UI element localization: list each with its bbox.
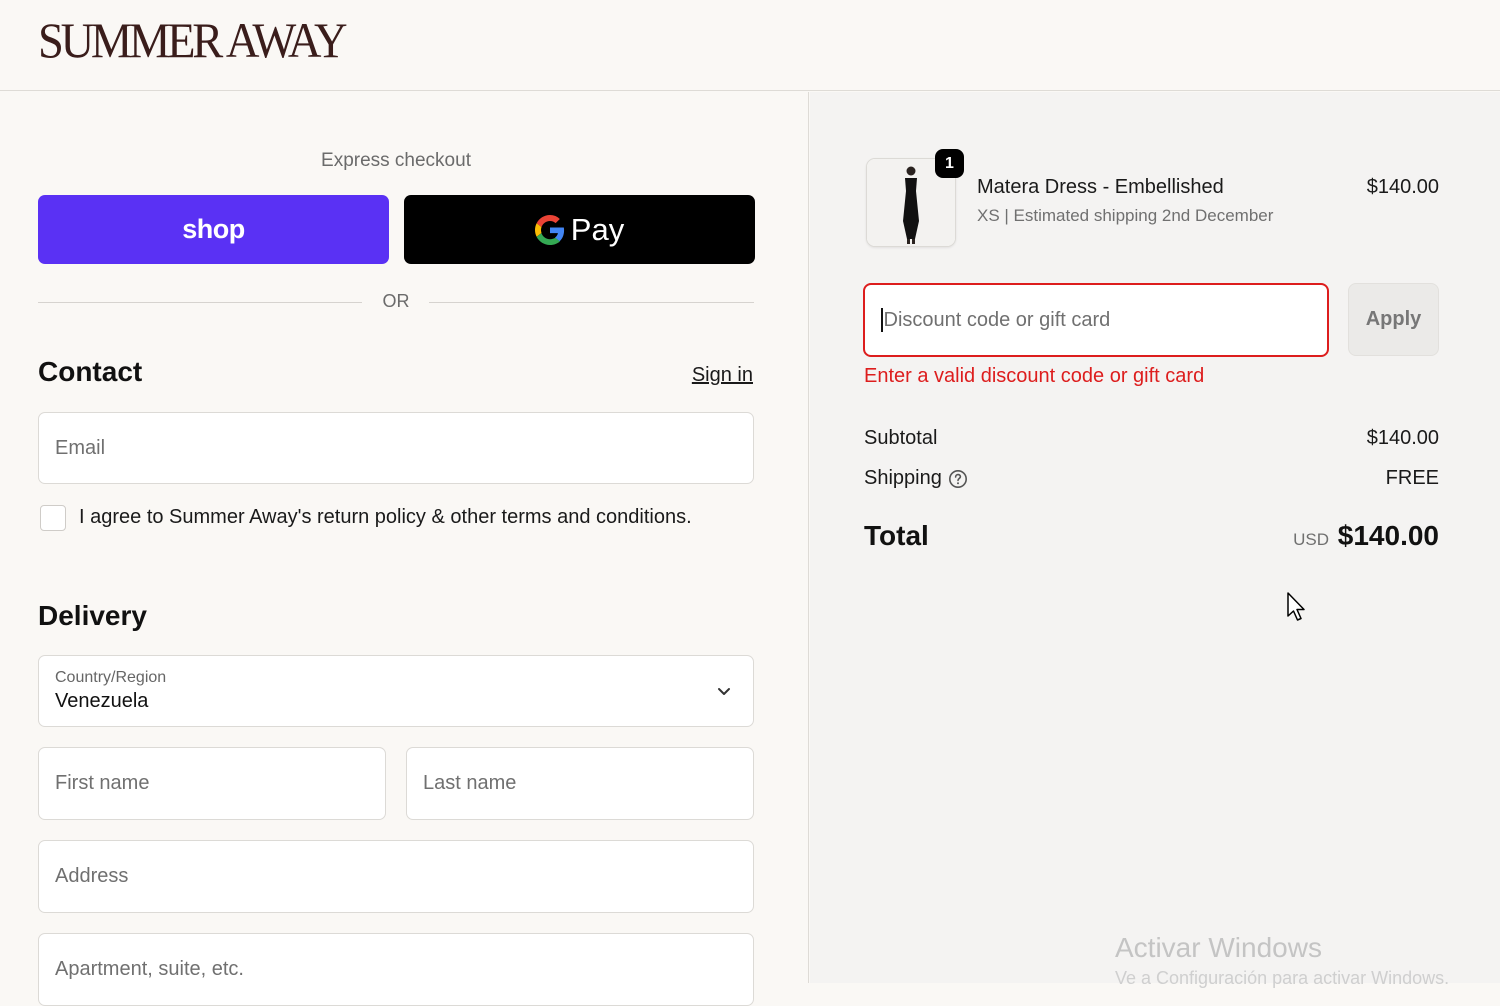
subtotal-label: Subtotal — [864, 427, 938, 449]
shop-pay-label: shop — [182, 214, 245, 244]
sign-in-link[interactable]: Sign in — [692, 364, 753, 387]
terms-label: I agree to Summer Away's return policy &… — [79, 506, 692, 528]
last-name-field[interactable]: Last name — [406, 747, 754, 820]
country-value: Venezuela — [55, 690, 149, 712]
total-value: $140.00 — [1337, 520, 1439, 551]
shop-pay-button[interactable]: shop — [38, 195, 389, 264]
google-pay-label: Pay — [570, 211, 625, 247]
address-placeholder: Address — [55, 865, 129, 887]
google-g-icon — [534, 214, 564, 245]
divider-line-right — [429, 302, 754, 303]
contact-title: Contact — [38, 356, 143, 387]
windows-activation-subtitle: Ve a Configuración para activar Windows. — [1115, 968, 1450, 988]
total-currency: USD — [1293, 530, 1329, 549]
subtotal-value: $140.00 — [1366, 427, 1439, 449]
google-pay-button[interactable]: Pay — [404, 195, 755, 264]
or-divider: OR — [38, 290, 754, 314]
first-name-placeholder: First name — [55, 772, 150, 794]
shipping-value: FREE — [1385, 467, 1439, 489]
chevron-down-icon — [718, 688, 730, 695]
discount-input[interactable]: Discount code or gift card — [863, 283, 1329, 357]
terms-checkbox[interactable] — [40, 505, 66, 531]
checkout-form-panel: Express checkout shop Pay OR Contact Sig… — [0, 92, 809, 1006]
email-field[interactable]: Email — [38, 412, 754, 484]
item-details: XS | Estimated shipping 2nd December — [977, 206, 1274, 225]
apply-button[interactable]: Apply — [1348, 283, 1439, 356]
apartment-placeholder: Apartment, suite, etc. — [55, 958, 244, 980]
last-name-placeholder: Last name — [423, 772, 517, 794]
brand-logo[interactable]: SUMMER AWAY — [38, 14, 348, 66]
site-header: SUMMER AWAY — [0, 0, 1500, 91]
country-select[interactable]: Country/Region Venezuela — [38, 655, 754, 727]
help-icon[interactable] — [948, 469, 968, 489]
discount-placeholder: Discount code or gift card — [883, 308, 1111, 331]
order-summary-panel: 1 Matera Dress - Embellished XS | Estima… — [810, 92, 1500, 988]
quantity-badge: 1 — [935, 149, 964, 178]
email-placeholder: Email — [55, 436, 106, 459]
text-caret — [881, 308, 883, 332]
country-label: Country/Region — [55, 669, 167, 686]
shipping-label: Shipping — [864, 467, 942, 489]
item-price: $140.00 — [1366, 176, 1439, 198]
address-field[interactable]: Address — [38, 840, 754, 913]
item-name: Matera Dress - Embellished — [977, 176, 1224, 198]
total-label: Total — [864, 520, 929, 551]
apartment-field[interactable]: Apartment, suite, etc. — [38, 933, 754, 1006]
mouse-cursor-icon — [1287, 592, 1305, 621]
express-checkout-label: Express checkout — [321, 150, 471, 171]
discount-error: Enter a valid discount code or gift card — [864, 365, 1205, 387]
windows-activation-title: Activar Windows — [1115, 932, 1322, 963]
delivery-title: Delivery — [38, 600, 147, 631]
first-name-field[interactable]: First name — [38, 747, 386, 820]
